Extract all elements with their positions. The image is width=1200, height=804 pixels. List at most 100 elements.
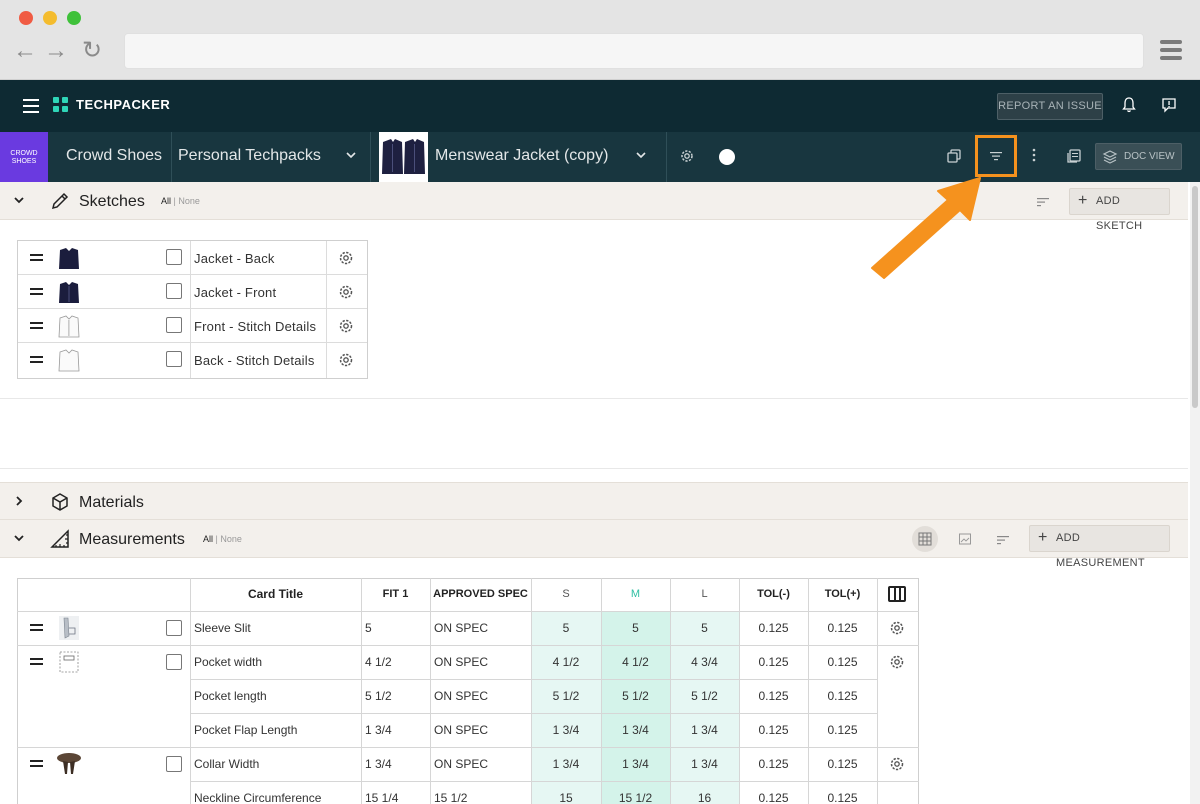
chevron-right-icon[interactable] bbox=[13, 495, 25, 510]
tol-plus-value[interactable]: 0.125 bbox=[808, 645, 877, 679]
tol-plus-value[interactable]: 0.125 bbox=[808, 611, 877, 645]
sort-icon[interactable] bbox=[996, 533, 1010, 547]
tol-plus-value[interactable]: 0.125 bbox=[808, 781, 877, 804]
back-arrow-icon[interactable]: ← bbox=[12, 38, 38, 64]
select-all-link[interactable]: All bbox=[161, 196, 171, 206]
settings-gear-icon[interactable] bbox=[679, 148, 697, 166]
row-checkbox[interactable] bbox=[166, 620, 182, 636]
size-m-value[interactable]: 15 1/2 bbox=[601, 781, 670, 804]
fit-value[interactable]: 4 1/2 bbox=[365, 645, 392, 679]
column-header-fit1[interactable]: FIT 1 bbox=[361, 578, 430, 611]
sort-icon[interactable] bbox=[1036, 195, 1050, 209]
hamburger-menu-icon[interactable] bbox=[23, 99, 39, 113]
image-icon[interactable] bbox=[958, 532, 972, 546]
window-zoom-dot[interactable] bbox=[67, 11, 81, 25]
report-issue-button[interactable]: REPORT AN ISSUE bbox=[997, 93, 1103, 120]
materials-section-header[interactable]: Materials bbox=[0, 482, 1188, 520]
sketch-checkbox[interactable] bbox=[166, 351, 182, 367]
add-measurement-button[interactable]: + ADD MEASUREMENT bbox=[1029, 525, 1170, 569]
select-none-link[interactable]: None bbox=[178, 196, 200, 206]
spec-value[interactable]: ON SPEC bbox=[434, 679, 488, 713]
size-l-value[interactable]: 5 1/2 bbox=[670, 679, 739, 713]
size-m-value[interactable]: 1 3/4 bbox=[601, 713, 670, 747]
gear-icon[interactable] bbox=[338, 284, 354, 300]
column-header-tol-plus[interactable]: TOL(+) bbox=[808, 578, 877, 611]
notification-bell-icon[interactable] bbox=[1120, 97, 1138, 115]
size-m-value[interactable]: 4 1/2 bbox=[601, 645, 670, 679]
size-l-value[interactable]: 4 3/4 bbox=[670, 645, 739, 679]
brand-logo-tile[interactable]: CROWD SHOES bbox=[0, 132, 48, 182]
column-header-approved-spec[interactable]: APPROVED SPEC bbox=[430, 578, 531, 611]
grid-view-toggle[interactable] bbox=[912, 526, 938, 552]
sketch-row[interactable]: Back - Stitch Details bbox=[18, 343, 367, 377]
chevron-down-icon[interactable] bbox=[13, 194, 25, 209]
measurement-title[interactable]: Sleeve Slit bbox=[194, 611, 251, 645]
size-s-value[interactable]: 1 3/4 bbox=[531, 747, 601, 781]
size-m-value[interactable]: 1 3/4 bbox=[601, 747, 670, 781]
drag-handle-icon[interactable] bbox=[30, 760, 43, 767]
size-s-value[interactable]: 15 bbox=[531, 781, 601, 804]
spec-value[interactable]: 15 1/2 bbox=[434, 781, 467, 804]
size-l-value[interactable]: 1 3/4 bbox=[670, 713, 739, 747]
size-s-value[interactable]: 1 3/4 bbox=[531, 713, 601, 747]
size-m-value[interactable]: 5 1/2 bbox=[601, 679, 670, 713]
chevron-down-icon[interactable] bbox=[635, 149, 647, 164]
gear-icon[interactable] bbox=[889, 654, 905, 670]
columns-icon[interactable] bbox=[888, 586, 906, 602]
tol-minus-value[interactable]: 0.125 bbox=[739, 645, 808, 679]
pages-icon[interactable] bbox=[1065, 148, 1083, 166]
fit-value[interactable]: 1 3/4 bbox=[365, 747, 392, 781]
select-none-link[interactable]: None bbox=[220, 534, 242, 544]
drag-handle-icon[interactable] bbox=[30, 624, 43, 631]
window-close-dot[interactable] bbox=[19, 11, 33, 25]
breadcrumb-folder[interactable]: Personal Techpacks bbox=[178, 147, 321, 165]
status-circle-icon[interactable] bbox=[719, 149, 735, 165]
window-minimize-dot[interactable] bbox=[43, 11, 57, 25]
copy-icon[interactable] bbox=[945, 148, 963, 166]
sketch-checkbox[interactable] bbox=[166, 283, 182, 299]
measurement-title[interactable]: Pocket Flap Length bbox=[194, 713, 297, 747]
tol-minus-value[interactable]: 0.125 bbox=[739, 747, 808, 781]
select-all-link[interactable]: All bbox=[203, 534, 213, 544]
tol-minus-value[interactable]: 0.125 bbox=[739, 611, 808, 645]
chevron-down-icon[interactable] bbox=[13, 532, 25, 547]
reload-icon[interactable]: ↻ bbox=[79, 38, 105, 64]
size-s-value[interactable]: 5 1/2 bbox=[531, 679, 601, 713]
fit-value[interactable]: 1 3/4 bbox=[365, 713, 392, 747]
size-l-value[interactable]: 16 bbox=[670, 781, 739, 804]
tol-plus-value[interactable]: 0.125 bbox=[808, 679, 877, 713]
column-header-size-m[interactable]: M bbox=[601, 578, 670, 611]
size-s-value[interactable]: 5 bbox=[531, 611, 601, 645]
gear-icon[interactable] bbox=[889, 756, 905, 772]
feedback-icon[interactable] bbox=[1160, 97, 1178, 115]
size-m-value[interactable]: 5 bbox=[601, 611, 670, 645]
spec-value[interactable]: ON SPEC bbox=[434, 611, 488, 645]
sketch-row[interactable]: Jacket - Back bbox=[18, 241, 367, 275]
spec-value[interactable]: ON SPEC bbox=[434, 747, 488, 781]
tol-minus-value[interactable]: 0.125 bbox=[739, 781, 808, 804]
measurement-title[interactable]: Pocket length bbox=[194, 679, 267, 713]
gear-icon[interactable] bbox=[338, 352, 354, 368]
gear-icon[interactable] bbox=[338, 250, 354, 266]
size-s-value[interactable]: 4 1/2 bbox=[531, 645, 601, 679]
tol-plus-value[interactable]: 0.125 bbox=[808, 713, 877, 747]
breadcrumb-brand[interactable]: Crowd Shoes bbox=[66, 147, 162, 165]
add-sketch-button[interactable]: + ADD SKETCH bbox=[1069, 188, 1170, 232]
fit-value[interactable]: 5 1/2 bbox=[365, 679, 392, 713]
sketch-row[interactable]: Front - Stitch Details bbox=[18, 309, 367, 343]
drag-handle-icon[interactable] bbox=[30, 356, 43, 363]
drag-handle-icon[interactable] bbox=[30, 288, 43, 295]
size-l-value[interactable]: 5 bbox=[670, 611, 739, 645]
row-checkbox[interactable] bbox=[166, 654, 182, 670]
sketch-row[interactable]: Jacket - Front bbox=[18, 275, 367, 309]
spec-value[interactable]: ON SPEC bbox=[434, 645, 488, 679]
gear-icon[interactable] bbox=[338, 318, 354, 334]
measurement-title[interactable]: Collar Width bbox=[194, 747, 259, 781]
size-l-value[interactable]: 1 3/4 bbox=[670, 747, 739, 781]
address-bar[interactable] bbox=[124, 33, 1144, 69]
sketch-checkbox[interactable] bbox=[166, 317, 182, 333]
fit-value[interactable]: 5 bbox=[365, 611, 372, 645]
doc-view-button[interactable]: DOC VIEW bbox=[1095, 143, 1182, 170]
spec-value[interactable]: ON SPEC bbox=[434, 713, 488, 747]
tol-minus-value[interactable]: 0.125 bbox=[739, 679, 808, 713]
